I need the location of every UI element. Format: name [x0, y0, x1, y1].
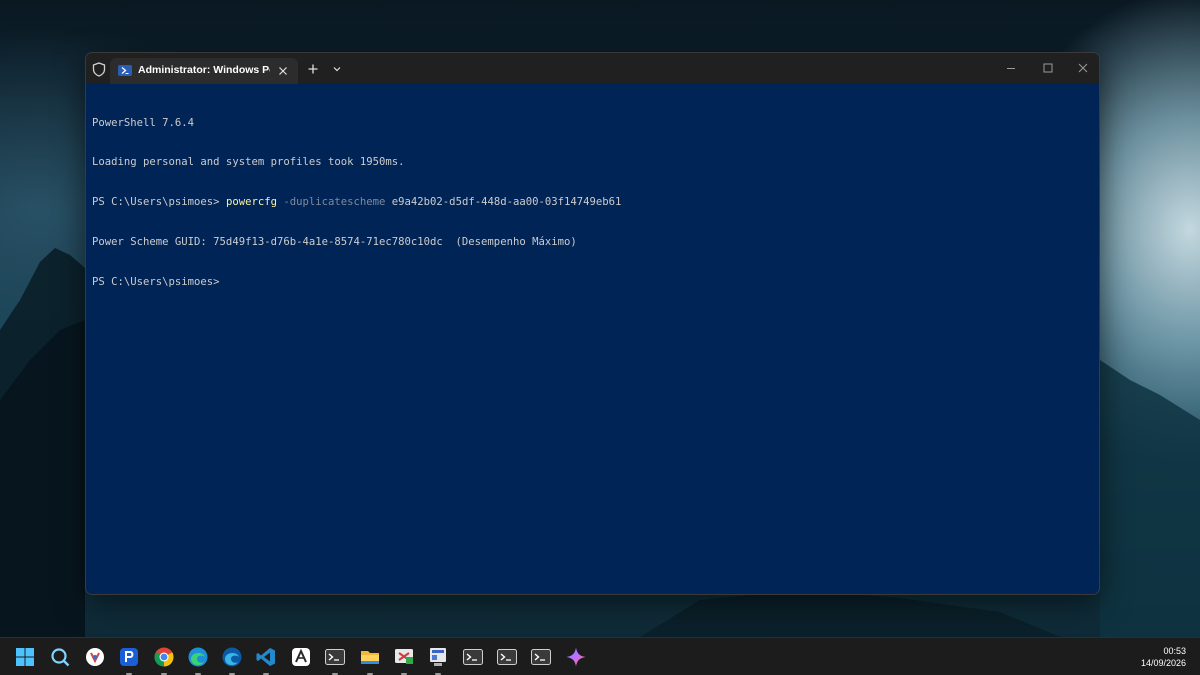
chevron-down-icon[interactable]: [331, 64, 343, 74]
tab-close-icon[interactable]: [275, 63, 291, 79]
maximize-icon[interactable]: [1041, 61, 1055, 75]
snipping-icon[interactable]: [393, 646, 415, 675]
console-line-version: PowerShell 7.6.4: [92, 116, 195, 129]
app-icon[interactable]: [84, 646, 106, 668]
console-line-command: PS C:\Users\psimoes> powercfg -duplicate…: [92, 196, 1093, 209]
terminal-icon[interactable]: [530, 646, 552, 668]
app-window-icon[interactable]: [427, 646, 449, 675]
new-tab-icon[interactable]: [306, 62, 320, 76]
admin-shield-icon: [92, 62, 106, 77]
command-name: powercfg: [225, 196, 277, 209]
command-argument: e9a42b02-d5df-448d-aa00-03f14749eb61: [385, 196, 622, 209]
taskbar: 00:53 14/09/2026: [0, 637, 1200, 675]
start-icon[interactable]: [14, 646, 36, 668]
title-bar[interactable]: Administrator: Windows Powe: [86, 53, 1099, 84]
tab-title: Administrator: Windows Powe: [138, 64, 270, 76]
clock-time: 00:53: [1163, 646, 1186, 656]
prompt-text: PS C:\Users\psimoes>: [92, 196, 226, 209]
command-parameter: -duplicatescheme: [276, 196, 386, 209]
powershell-icon: [118, 65, 132, 76]
copilot-icon[interactable]: [565, 646, 587, 668]
console-line-prompt[interactable]: PS C:\Users\psimoes>: [92, 276, 1093, 289]
app-p-icon[interactable]: [118, 646, 140, 675]
edge-dev-icon[interactable]: [221, 646, 243, 675]
console-line-output: Power Scheme GUID: 75d49f13-d76b-4a1e-85…: [92, 236, 577, 249]
terminal-window[interactable]: Administrator: Windows Powe PowerShell 7…: [85, 52, 1100, 595]
clock-date: 14/09/2026: [1140, 658, 1186, 668]
vscode-icon[interactable]: [255, 646, 277, 675]
console-line-profiles: Loading personal and system profiles too…: [92, 156, 405, 169]
search-icon[interactable]: [49, 646, 71, 668]
tab-powershell[interactable]: Administrator: Windows Powe: [110, 58, 298, 84]
edge-icon[interactable]: [187, 646, 209, 675]
terminal-icon[interactable]: [496, 646, 518, 668]
chrome-icon[interactable]: [153, 646, 175, 675]
file-explorer-icon[interactable]: [359, 646, 381, 675]
system-clock[interactable]: 00:53 14/09/2026: [1106, 645, 1186, 669]
terminal-icon[interactable]: [462, 646, 484, 668]
console-output[interactable]: PowerShell 7.6.4 Loading personal and sy…: [92, 90, 1093, 588]
minimize-icon[interactable]: [1004, 61, 1018, 75]
close-icon[interactable]: [1076, 61, 1090, 75]
app-a-icon[interactable]: [290, 646, 312, 668]
terminal-icon[interactable]: [324, 646, 346, 675]
